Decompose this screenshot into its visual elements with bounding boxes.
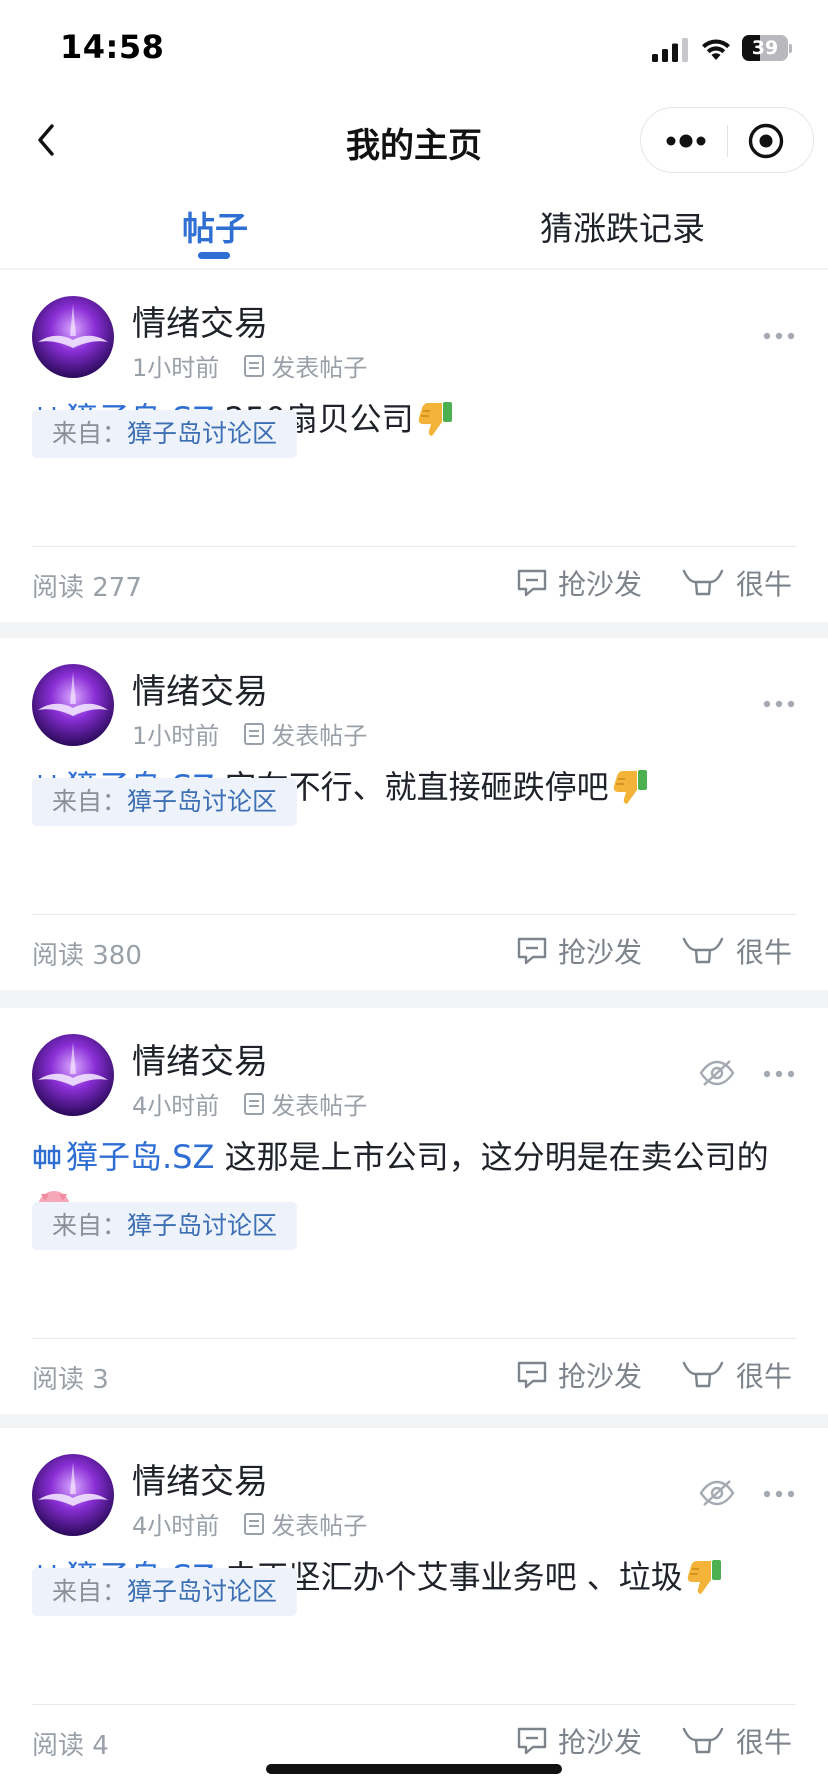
more-dots-icon[interactable] [665, 128, 707, 154]
avatar[interactable] [32, 1034, 114, 1116]
post-type: 发表帖子 [271, 1092, 368, 1120]
status-bar: 14:58 39 [0, 0, 828, 96]
post-meta: 4小时前 发表帖子 [132, 1086, 367, 1121]
author-name[interactable]: 情绪交易 [132, 296, 268, 345]
post-footer: 阅读 3 抢沙发 很牛 [0, 1339, 828, 1415]
post-card[interactable]: 情绪交易 1小时前 发表帖子 獐子岛.SZ 实在不行、就直接砸跌停吧 来自：獐子… [0, 638, 828, 990]
author-name[interactable]: 情绪交易 [132, 1034, 268, 1083]
thumbs-down-icon [418, 402, 452, 436]
post-meta: 1小时前 发表帖子 [132, 348, 367, 383]
more-options-icon[interactable] [762, 1488, 796, 1500]
battery-icon: 39 [742, 35, 792, 61]
read-count: 阅读 4 [32, 1731, 109, 1761]
read-count: 阅读 3 [32, 1365, 109, 1395]
document-icon [244, 722, 265, 745]
comment-button[interactable]: 抢沙发 [516, 561, 642, 605]
post-meta: 4小时前 发表帖子 [132, 1506, 367, 1541]
source-tag[interactable]: 来自：獐子岛讨论区 [32, 410, 298, 458]
bull-horns-icon [682, 937, 724, 964]
author-name[interactable]: 情绪交易 [132, 664, 268, 713]
post-footer: 阅读 380 抢沙发 很牛 [0, 915, 828, 991]
cellular-signal-icon [652, 38, 688, 62]
avatar[interactable] [32, 664, 114, 746]
bull-like-button[interactable]: 很牛 [682, 561, 792, 605]
post-time: 4小时前 [132, 1092, 220, 1120]
active-tab-indicator [198, 252, 230, 259]
source-tag[interactable]: 来自：獐子岛讨论区 [32, 778, 298, 826]
comment-icon [517, 1727, 547, 1755]
comment-button[interactable]: 抢沙发 [516, 1353, 642, 1397]
navigation-bar: 我的主页 [0, 96, 828, 184]
capsule-divider [727, 125, 728, 157]
bull-horns-icon [682, 569, 724, 596]
source-forum-name: 獐子岛讨论区 [127, 419, 278, 448]
comment-icon [517, 1361, 547, 1389]
post-card[interactable]: 情绪交易 4小时前 发表帖子 獐子岛.SZ 这那是上市公司，这分明是在卖公司的 … [0, 1008, 828, 1414]
document-icon [244, 1092, 265, 1115]
tab-guess-record[interactable]: 猜涨跌记录 [540, 202, 705, 250]
source-forum-name: 獐子岛讨论区 [127, 1211, 278, 1240]
eye-off-icon[interactable] [698, 1058, 736, 1088]
thumbs-down-icon [613, 770, 647, 804]
source-tag[interactable]: 来自：獐子岛讨论区 [32, 1202, 298, 1250]
post-text: 这那是上市公司，这分明是在卖公司的 [224, 1138, 769, 1176]
post-card[interactable]: 情绪交易 1小时前 发表帖子 獐子岛.SZ 250扇贝公司 来自：獐子岛讨论区 … [0, 270, 828, 622]
post-meta: 1小时前 发表帖子 [132, 716, 367, 751]
source-forum-name: 獐子岛讨论区 [127, 787, 278, 816]
more-options-icon[interactable] [762, 330, 796, 342]
thumbs-down-icon [687, 1560, 721, 1594]
mini-program-capsule [640, 107, 814, 173]
stock-chart-icon [33, 1145, 61, 1169]
more-options-icon[interactable] [762, 1068, 796, 1080]
battery-level: 39 [751, 37, 779, 59]
post-time: 1小时前 [132, 354, 220, 382]
source-forum-name: 獐子岛讨论区 [127, 1577, 278, 1606]
eye-off-icon[interactable] [698, 1478, 736, 1508]
bull-like-button[interactable]: 很牛 [682, 1719, 792, 1763]
more-options-icon[interactable] [762, 698, 796, 710]
comment-icon [517, 569, 547, 597]
comment-button[interactable]: 抢沙发 [516, 929, 642, 973]
document-icon [244, 1512, 265, 1535]
bull-horns-icon [682, 1727, 724, 1754]
stock-name: 獐子岛.SZ [66, 1138, 215, 1176]
post-time: 1小时前 [132, 722, 220, 750]
post-footer: 阅读 277 抢沙发 很牛 [0, 547, 828, 623]
stock-tag[interactable]: 獐子岛.SZ [32, 1138, 214, 1176]
tab-bar: 帖子 猜涨跌记录 [0, 184, 828, 264]
comment-button[interactable]: 抢沙发 [516, 1719, 642, 1763]
avatar[interactable] [32, 1454, 114, 1536]
comment-icon [517, 937, 547, 965]
source-tag[interactable]: 来自：獐子岛讨论区 [32, 1568, 298, 1616]
document-icon [244, 354, 265, 377]
target-icon[interactable] [747, 122, 785, 160]
read-count: 阅读 380 [32, 941, 142, 971]
wifi-icon [702, 39, 730, 60]
status-time: 14:58 [60, 28, 165, 66]
bull-horns-icon [682, 1361, 724, 1388]
post-type: 发表帖子 [271, 354, 368, 382]
home-indicator[interactable] [266, 1764, 562, 1774]
post-time: 4小时前 [132, 1512, 220, 1540]
post-card[interactable]: 情绪交易 4小时前 发表帖子 獐子岛.SZ 去正坚汇办个艾事业务吧 、垃圾 来自… [0, 1428, 828, 1792]
post-type: 发表帖子 [271, 722, 368, 750]
avatar[interactable] [32, 296, 114, 378]
tab-posts[interactable]: 帖子 [182, 202, 248, 250]
bull-like-button[interactable]: 很牛 [682, 929, 792, 973]
read-count: 阅读 277 [32, 573, 142, 603]
post-type: 发表帖子 [271, 1512, 368, 1540]
author-name[interactable]: 情绪交易 [132, 1454, 268, 1503]
bull-like-button[interactable]: 很牛 [682, 1353, 792, 1397]
